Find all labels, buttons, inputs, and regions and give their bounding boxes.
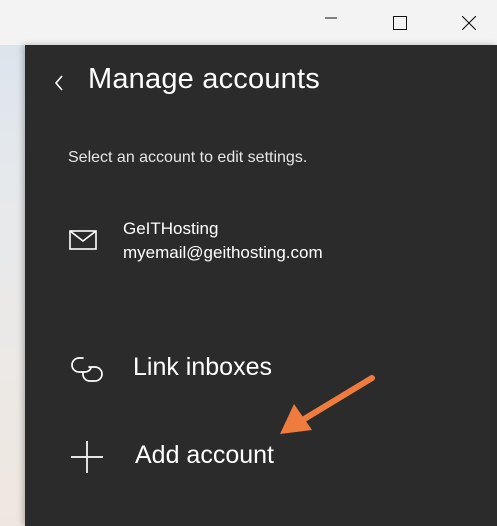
page-title: Manage accounts: [88, 63, 320, 95]
chevron-left-icon: [54, 75, 63, 91]
account-email: myemail@geithosting.com: [123, 243, 323, 262]
add-account-button[interactable]: Add account: [65, 437, 445, 477]
account-item[interactable]: GeITHosting myemail@geithosting.com: [65, 213, 445, 269]
close-button[interactable]: [446, 0, 492, 45]
back-button[interactable]: [47, 71, 71, 95]
instruction-text: Select an account to edit settings.: [68, 149, 308, 166]
link-inboxes-label: Link inboxes: [133, 353, 272, 381]
add-account-label: Add account: [135, 441, 274, 469]
arrow-pointer-icon: [280, 375, 375, 434]
maximize-icon: [393, 15, 407, 30]
window-titlebar: [0, 0, 497, 45]
maximize-button[interactable]: [377, 0, 423, 45]
account-name: GeITHosting: [123, 219, 219, 238]
plus-icon: [71, 441, 103, 473]
minimize-button[interactable]: [308, 0, 354, 45]
mail-envelope-icon: [69, 230, 97, 250]
link-inboxes-button[interactable]: Link inboxes: [65, 351, 445, 391]
link-icon: [71, 357, 103, 382]
minimize-icon: [325, 17, 337, 18]
close-icon: [462, 15, 476, 30]
manage-accounts-panel: Manage accounts Select an account to edi…: [25, 45, 497, 526]
